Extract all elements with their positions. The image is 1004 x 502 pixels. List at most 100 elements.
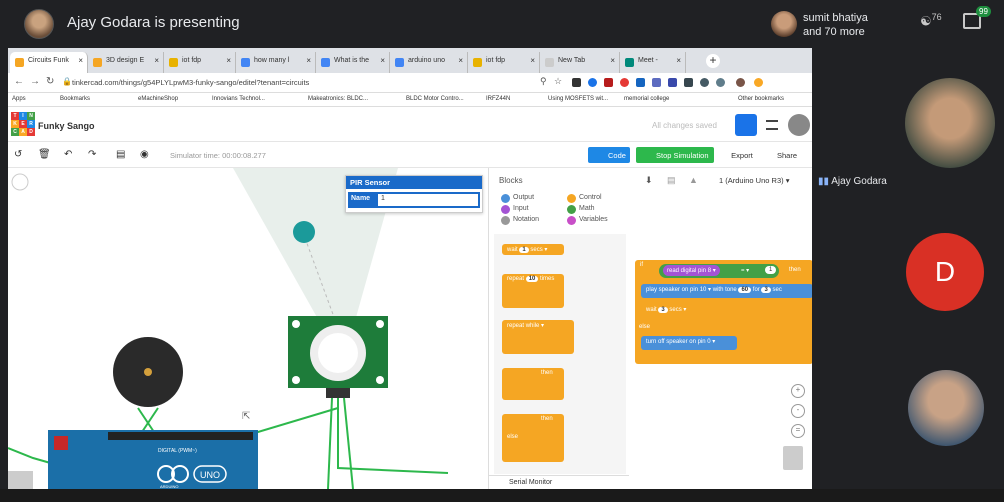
presenter-video-tile[interactable]	[905, 78, 995, 168]
browser-tab[interactable]: iot fdp ×	[164, 52, 236, 73]
category-notation[interactable]: Notation	[501, 216, 539, 225]
category-variables[interactable]: Variables	[567, 216, 608, 225]
browser-tab[interactable]: arduino uno ×	[390, 52, 468, 73]
wire[interactable]	[337, 398, 449, 474]
participant-video-tile[interactable]	[908, 370, 984, 446]
upload-icon[interactable]: ▤	[667, 175, 676, 186]
visibility-icon[interactable]: ◉	[140, 149, 149, 160]
zoom-icon[interactable]: ⚲	[540, 76, 547, 87]
browser-tab[interactable]: What is the ×	[316, 52, 390, 73]
forward-icon[interactable]: →	[30, 76, 40, 87]
stop-simulation-button[interactable]: Stop Simulation	[636, 147, 714, 163]
block-if-else[interactable]: then else	[502, 414, 564, 462]
extension-icon[interactable]	[620, 78, 629, 87]
extension-icon[interactable]	[588, 78, 597, 87]
new-tab-button[interactable]: +	[706, 54, 720, 68]
code-read-pin-block[interactable]: read digital pin 8 ▾	[663, 265, 720, 276]
bookmark-bldc[interactable]: BLDC Motor Contro...	[406, 96, 464, 102]
download-icon[interactable]: ⬇	[645, 175, 653, 186]
browser-tab[interactable]: Circuits Funk ×	[10, 52, 88, 73]
code-workspace[interactable]: if read digital pin 8 ▾ = ▾ 1 then play …	[629, 186, 812, 474]
extension-icon[interactable]	[684, 78, 693, 87]
bookmark-memorial[interactable]: memorial college	[624, 96, 669, 102]
browser-tab[interactable]: iot fdp ×	[468, 52, 540, 73]
tab-close-icon[interactable]: ×	[226, 56, 231, 65]
block-repeat[interactable]: repeat 10 times	[502, 274, 564, 308]
tab-close-icon[interactable]: ×	[530, 56, 535, 65]
piezo-buzzer[interactable]	[113, 337, 183, 407]
reset-zoom-icon[interactable]: =	[791, 424, 805, 438]
undo-icon[interactable]: ↶	[64, 149, 72, 160]
tab-close-icon[interactable]: ×	[306, 56, 311, 65]
tab-close-icon[interactable]: ×	[458, 56, 463, 65]
bookmark-other[interactable]: Other bookmarks	[738, 96, 784, 102]
extension-icon[interactable]	[652, 78, 661, 87]
people-button[interactable]: ☯76	[920, 12, 942, 29]
redo-icon[interactable]: ↷	[88, 149, 96, 160]
tinkercad-logo[interactable]: TIN KER CAD	[11, 112, 35, 136]
serial-monitor-button[interactable]: Serial Monitor	[489, 475, 629, 489]
zoom-in-icon[interactable]: +	[791, 384, 805, 398]
browser-tab[interactable]: how many l ×	[236, 52, 316, 73]
tab-close-icon[interactable]: ×	[154, 56, 159, 65]
back-icon[interactable]: ←	[14, 76, 24, 87]
browser-tab[interactable]: Meet - ×	[620, 52, 686, 73]
circuit-canvas[interactable]: DIGITAL (PWM~) UNO ARDUINO ⇱	[8, 168, 488, 489]
wire[interactable]	[343, 397, 354, 489]
zoom-out-icon[interactable]: -	[791, 404, 805, 418]
motion-target[interactable]	[293, 221, 315, 243]
extension-icon[interactable]	[716, 78, 725, 87]
arduino-board[interactable]	[48, 430, 258, 489]
tab-close-icon[interactable]: ×	[676, 56, 681, 65]
category-input[interactable]: Input	[501, 205, 529, 214]
trash-icon[interactable]	[783, 446, 803, 470]
bookmark-innovians[interactable]: Innovians Technol...	[212, 96, 265, 102]
bookmark-bookmarks[interactable]: Bookmarks	[60, 96, 90, 102]
export-button[interactable]: Export	[723, 147, 761, 163]
pir-name-input[interactable]: 1	[378, 194, 478, 206]
browser-tab[interactable]: 3D design E ×	[88, 52, 164, 73]
reload-icon[interactable]: ↻	[46, 76, 54, 87]
extension-icon[interactable]	[700, 78, 709, 87]
participant-avatar-d[interactable]: D	[906, 233, 984, 311]
tab-close-icon[interactable]: ×	[78, 56, 83, 65]
bookmark-apps[interactable]: Apps	[12, 96, 26, 102]
bookmark-makeatronics[interactable]: Makeatronics: BLDC...	[308, 96, 368, 102]
update-icon[interactable]	[754, 78, 763, 87]
code-wait-block[interactable]: wait 3 secs ▾	[641, 304, 711, 318]
libraries-icon[interactable]: ▲	[689, 175, 698, 185]
bookmark-irfz44n[interactable]: IRFZ44N	[486, 96, 510, 102]
extension-icon[interactable]	[668, 78, 677, 87]
participants-summary[interactable]: sumit bhatiya and 70 more	[803, 11, 868, 39]
block-wait[interactable]: wait 1 secs ▾	[502, 244, 564, 255]
notes-icon[interactable]: ▤	[116, 149, 125, 160]
category-control[interactable]: Control	[567, 194, 602, 203]
browser-tab[interactable]: New Tab ×	[540, 52, 620, 73]
menu-icon[interactable]	[766, 120, 778, 130]
extension-icon[interactable]	[636, 78, 645, 87]
profile-avatar[interactable]	[788, 114, 810, 136]
extension-icon[interactable]	[604, 78, 613, 87]
circuit-view-icon[interactable]	[735, 114, 757, 136]
profile-icon[interactable]	[736, 78, 745, 87]
bookmark-mosfets[interactable]: Using MOSFETS wit...	[548, 96, 608, 102]
rotate-icon[interactable]: ↺	[14, 149, 22, 160]
block-repeat-while[interactable]: repeat while ▾	[502, 320, 574, 354]
extension-icon[interactable]	[572, 78, 581, 87]
fit-view-icon[interactable]	[11, 173, 29, 191]
code-play-speaker-block[interactable]: play speaker on pin 10 ▾ with tone 60 fo…	[641, 284, 812, 298]
delete-icon[interactable]: 🗑	[38, 149, 51, 160]
block-if-then[interactable]: then	[502, 368, 564, 400]
star-icon[interactable]: ☆	[554, 76, 562, 87]
tab-close-icon[interactable]: ×	[610, 56, 615, 65]
project-name[interactable]: Funky Sango	[38, 121, 95, 131]
tab-close-icon[interactable]: ×	[380, 56, 385, 65]
category-math[interactable]: Math	[567, 205, 595, 214]
category-output[interactable]: Output	[501, 194, 534, 203]
code-operator[interactable]: = ▾	[741, 267, 749, 274]
device-select[interactable]: 1 (Arduino Uno R3) ▾	[719, 176, 789, 185]
code-compare-value[interactable]: 1	[765, 266, 777, 274]
share-button[interactable]: Share	[768, 147, 806, 163]
pir-sensor[interactable]	[288, 316, 388, 398]
bookmark-emachineshop[interactable]: eMachineShop	[138, 96, 178, 102]
